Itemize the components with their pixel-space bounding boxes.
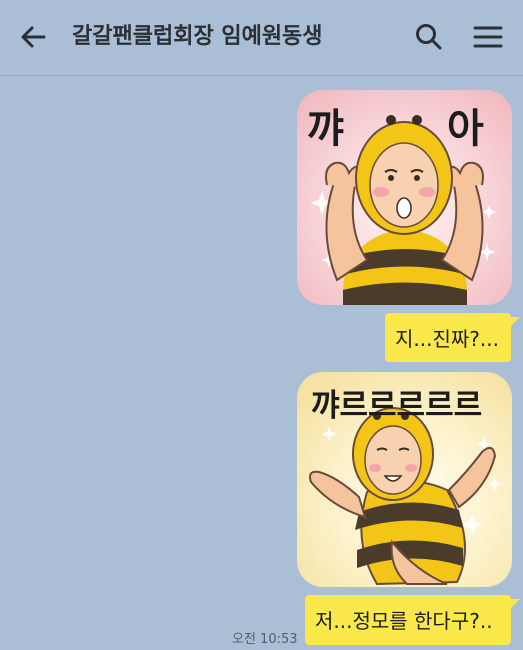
arrow-left-icon	[21, 26, 46, 48]
sticker-text-left: 꺄	[307, 106, 344, 152]
search-icon	[416, 24, 442, 50]
sticker-text-right: 아	[447, 106, 484, 152]
message-bubble[interactable]: 지...진짜?...	[385, 313, 520, 362]
message-text: 저...정모를 한다구?..	[315, 609, 493, 633]
sticker-text: 꺄르르르르르	[311, 388, 482, 424]
search-button[interactable]	[410, 18, 448, 56]
message-timestamp: 오전 10:53	[232, 632, 298, 647]
menu-button[interactable]	[468, 18, 508, 56]
sticker-message[interactable]: 꺄르르르르르	[297, 372, 512, 587]
hamburger-menu-icon	[473, 26, 503, 48]
chat-title: 갈갈팬클럽회장 임예원동생	[72, 24, 323, 49]
bee-character-sticker: 꺄르르르르르	[297, 372, 512, 587]
sticker-message[interactable]: 꺄 아	[297, 90, 512, 305]
back-button[interactable]	[14, 18, 52, 56]
app-bar: 갈갈팬클럽회장 임예원동생	[0, 0, 523, 76]
message-text: 지...진짜?...	[395, 327, 499, 351]
message-bubble[interactable]: 저...정모를 한다구?..	[305, 595, 520, 645]
bee-character-sticker: 꺄 아	[297, 90, 512, 305]
